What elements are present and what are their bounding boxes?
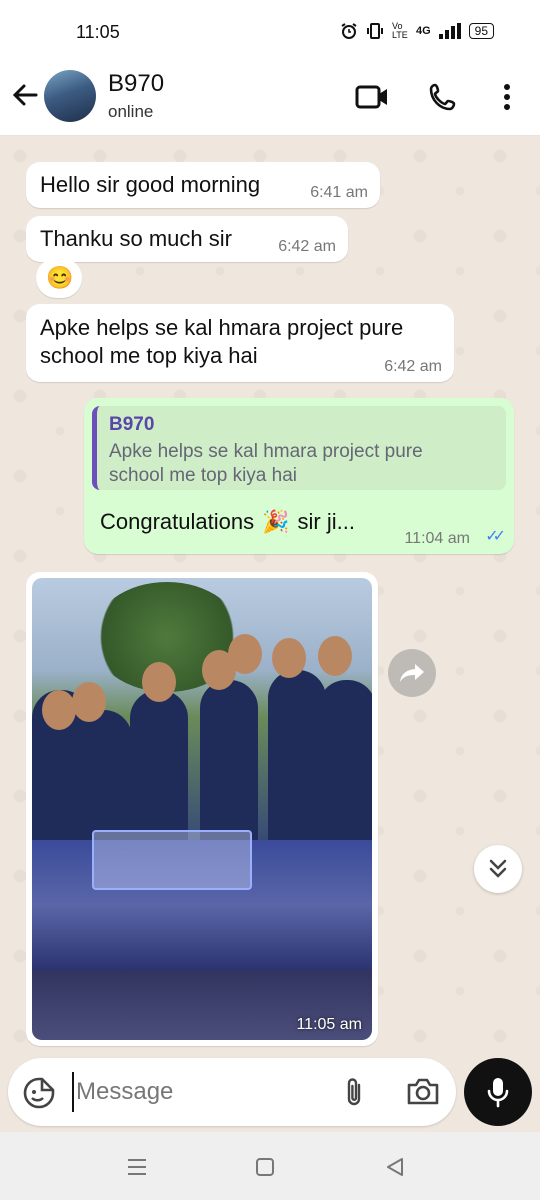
message-bubble[interactable]: Hello sir good morning 6:41 am xyxy=(26,162,380,208)
sticker-button[interactable] xyxy=(22,1076,56,1110)
back-button[interactable] xyxy=(10,80,40,110)
forward-button[interactable] xyxy=(388,649,436,697)
phone-icon xyxy=(429,83,456,111)
message-bubble[interactable]: Thanku so much sir 6:42 am xyxy=(26,216,348,262)
message-time: 11:04 am xyxy=(404,530,470,547)
back-nav-button[interactable] xyxy=(380,1154,410,1180)
photo-time: 11:05 am xyxy=(296,1016,362,1033)
menu-button[interactable] xyxy=(490,80,524,114)
status-icons: Vo LTE 4G 95 xyxy=(340,22,494,40)
video-call-icon xyxy=(355,85,387,109)
emoji-reaction[interactable]: 😊 xyxy=(36,258,82,298)
photo-person xyxy=(318,680,372,860)
message-text: school me top kiya hai xyxy=(40,343,258,368)
photo-face xyxy=(142,662,176,702)
recent-apps-button[interactable] xyxy=(122,1154,152,1180)
photo-face xyxy=(42,690,76,730)
triangle-back-icon xyxy=(387,1158,403,1176)
message-composer xyxy=(8,1058,456,1126)
photo-face xyxy=(318,636,352,676)
quote-text: school me top kiya hai xyxy=(109,465,297,486)
volte-indicator: Vo LTE xyxy=(391,21,408,40)
sticker-icon xyxy=(23,1077,55,1109)
alarm-icon xyxy=(341,23,357,39)
forward-icon xyxy=(400,664,424,682)
status-bar: 11:05 Vo LTE 4G 95 xyxy=(0,0,540,62)
quote-author: B970 xyxy=(109,414,155,435)
emoji: 😊 xyxy=(46,265,74,290)
signal-icon xyxy=(438,23,461,39)
shared-photo[interactable]: 11:05 am xyxy=(32,578,372,1040)
voice-call-button[interactable] xyxy=(426,80,460,114)
contact-name[interactable]: B970 xyxy=(108,70,164,98)
menu-lines-icon xyxy=(128,1159,146,1175)
message-text: Apke helps se kal hmara project pure xyxy=(40,315,404,340)
party-popper-emoji: 🎉 xyxy=(262,509,290,534)
avatar[interactable] xyxy=(44,70,96,122)
status-time: 11:05 xyxy=(76,22,120,42)
reply-message-bubble[interactable]: B970 Apke helps se kal hmara project pur… xyxy=(84,398,514,554)
photo-face xyxy=(272,638,306,678)
mic-button[interactable] xyxy=(464,1058,532,1126)
system-nav-bar xyxy=(0,1132,540,1200)
message-time: 6:42 am xyxy=(384,358,442,375)
attach-button[interactable] xyxy=(342,1076,366,1110)
quoted-message[interactable]: B970 Apke helps se kal hmara project pur… xyxy=(92,406,506,490)
message-time: 6:42 am xyxy=(278,238,336,255)
vibrate-icon xyxy=(366,23,383,39)
battery-indicator: 95 xyxy=(468,23,494,39)
message-text: sir ji... xyxy=(297,509,355,534)
reply-text: Congratulations 🎉 sir ji... xyxy=(100,508,355,536)
network-indicator: 4G xyxy=(415,25,431,37)
message-text: Hello sir good morning xyxy=(40,172,261,197)
mic-icon xyxy=(487,1078,509,1108)
message-bubble[interactable]: Apke helps se kal hmara project pure sch… xyxy=(26,304,454,382)
arrow-left-icon xyxy=(12,84,38,106)
paperclip-icon xyxy=(347,1078,361,1106)
image-message[interactable]: 11:05 am xyxy=(26,572,378,1046)
quote-text: Apke helps se kal hmara project pure xyxy=(109,441,423,462)
camera-button[interactable] xyxy=(406,1076,440,1108)
message-time: 6:41 am xyxy=(310,184,368,201)
photo-project-model xyxy=(92,830,252,890)
video-call-button[interactable] xyxy=(355,80,389,114)
message-text: Congratulations xyxy=(100,509,255,534)
camera-icon xyxy=(407,1078,439,1105)
chat-area[interactable]: Hello sir good morning 6:41 am Thanku so… xyxy=(0,136,540,1056)
home-button[interactable] xyxy=(250,1154,280,1180)
square-icon xyxy=(256,1158,274,1176)
message-input[interactable] xyxy=(72,1072,322,1112)
more-vert-icon xyxy=(504,84,510,110)
photo-face xyxy=(72,682,106,722)
read-ticks-icon: ✓✓ xyxy=(485,528,506,545)
chat-header: B970 online xyxy=(0,62,540,136)
double-chevron-down-icon xyxy=(489,859,507,878)
contact-status: online xyxy=(108,102,154,121)
message-text: Thanku so much sir xyxy=(40,226,232,251)
scroll-to-bottom-button[interactable] xyxy=(474,845,522,893)
photo-face xyxy=(228,634,262,674)
